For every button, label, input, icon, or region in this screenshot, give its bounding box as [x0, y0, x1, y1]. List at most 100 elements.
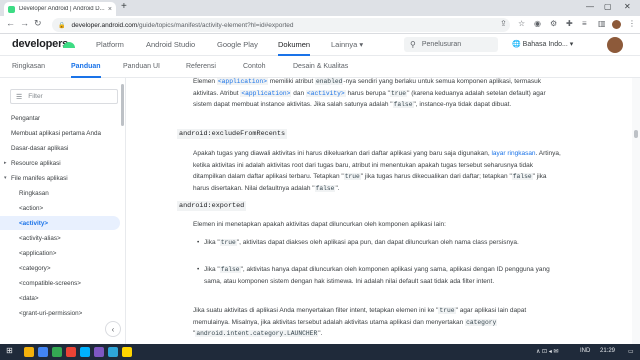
paragraph-exported-intro: Elemen ini menetapkan apakah aktivitas d… — [193, 221, 446, 228]
sidebar: ☰ Filter Pengantar Membuat aplikasi perta… — [0, 78, 126, 344]
back-icon[interactable]: ← — [6, 18, 15, 28]
attribute-heading-exclude-from-recents: android:excludeFromRecents — [177, 129, 288, 139]
maximize-button[interactable]: ▢ — [604, 2, 612, 11]
bookmark-star-icon[interactable]: ☆ — [518, 19, 525, 28]
sidebar-item-label: <activity-alias> — [19, 234, 61, 242]
collapse-sidebar-button[interactable]: ‹ — [105, 321, 121, 337]
chevron-down-icon[interactable]: ▾ — [4, 175, 7, 181]
language-indicator[interactable]: IND — [580, 348, 590, 354]
sidebar-item[interactable]: Ringkasan — [0, 186, 120, 200]
sidebar-item[interactable]: <compatible-screens> — [0, 276, 120, 290]
code-launcher: android.intent.category.LAUNCHER — [195, 330, 319, 337]
tab-desain-kualitas[interactable]: Desain & Kualitas — [293, 63, 348, 70]
avatar[interactable] — [607, 37, 623, 53]
nav-android-studio[interactable]: Android Studio — [146, 40, 195, 49]
code-false: false — [314, 184, 336, 192]
sidebar-item-label: <activity> — [19, 219, 49, 227]
system-tray[interactable]: ∧ ⊡ ◂ ✉ — [536, 348, 558, 355]
notification-icon[interactable]: ▭ — [628, 348, 634, 355]
profile-icon[interactable] — [612, 20, 621, 29]
text: ". — [335, 184, 340, 192]
text: harus berupa " — [345, 89, 390, 97]
sidebar-item[interactable]: ▾ File manifes aplikasi — [0, 171, 120, 185]
taskbar-app-icon[interactable] — [80, 347, 90, 357]
filter-input[interactable]: ☰ Filter — [10, 89, 118, 104]
code-application[interactable]: <application> — [240, 89, 292, 97]
sidebar-item[interactable]: Membuat aplikasi pertama Anda — [0, 126, 120, 140]
code-false: false — [511, 173, 533, 180]
url-host: developer.android.com — [71, 21, 138, 29]
link-layar-ringkasan[interactable]: layar ringkasan — [491, 150, 535, 157]
taskbar-app-icon[interactable] — [108, 347, 118, 357]
browser-tab-strip: Developer Android | Android D... × + — ▢… — [0, 0, 640, 16]
sidepanel-icon[interactable]: ▥ — [598, 19, 606, 28]
taskbar-app-icon[interactable] — [24, 347, 34, 357]
page-scrollbar-thumb[interactable] — [634, 130, 638, 138]
taskbar-app-icon[interactable] — [52, 347, 62, 357]
sidebar-item[interactable]: ▸ Resource aplikasi — [0, 156, 120, 170]
tab-referensi[interactable]: Referensi — [186, 63, 216, 70]
nav-lainnya[interactable]: Lainnya ▾ — [331, 40, 363, 49]
close-window-button[interactable]: ✕ — [624, 2, 631, 11]
settings-extension-icon[interactable]: ⚙ — [550, 19, 557, 28]
taskbar-app-icon[interactable] — [38, 347, 48, 357]
sidebar-item[interactable]: <category> — [0, 261, 120, 275]
text: Elemen — [193, 78, 217, 85]
page-scrollbar[interactable] — [632, 78, 640, 344]
forward-icon[interactable]: → — [20, 18, 29, 28]
browser-tab[interactable]: Developer Android | Android D... × — [4, 2, 116, 16]
nav-dokumen[interactable]: Dokumen — [278, 40, 311, 56]
tab-contoh[interactable]: Contoh — [243, 63, 266, 70]
close-tab-icon[interactable]: × — [108, 6, 112, 13]
paragraph-intent-filter: Jika suatu aktivitas di aplikasi Anda me… — [193, 305, 561, 340]
nav-google-play[interactable]: Google Play — [217, 40, 258, 49]
windows-start-icon[interactable]: ⊞ — [6, 346, 13, 355]
chevron-right-icon[interactable]: ▸ — [4, 160, 7, 166]
extension-icon[interactable]: ◉ — [534, 19, 541, 28]
download-icon[interactable]: ≡ — [582, 19, 587, 28]
minimize-button[interactable]: — — [586, 2, 594, 11]
sidebar-item[interactable]: <application> — [0, 246, 120, 260]
taskbar-app-icon[interactable] — [94, 347, 104, 357]
search-placeholder: Penelusuran — [421, 41, 462, 48]
text: ", aktivitas hanya dapat diluncurkan ole… — [204, 266, 550, 285]
sidebar-scrollbar[interactable] — [121, 84, 124, 126]
taskbar-app-icon[interactable] — [122, 347, 132, 357]
sidebar-item-label: Pengantar — [11, 114, 41, 122]
nav-platform[interactable]: Platform — [96, 40, 124, 49]
language-selector[interactable]: 🌐 Bahasa Indo... ▾ — [512, 40, 573, 48]
puzzle-icon[interactable]: ✚ — [566, 19, 573, 28]
developers-logo[interactable]: developers — [12, 38, 68, 50]
code-activity[interactable]: <activity> — [305, 89, 346, 97]
new-tab-button[interactable]: + — [121, 1, 127, 12]
sidebar-item[interactable]: <grant-uri-permission> — [0, 306, 120, 320]
sidebar-item[interactable]: <data> — [0, 291, 120, 305]
tab-ringkasan[interactable]: Ringkasan — [12, 63, 45, 70]
share-icon[interactable]: ⇪ — [500, 19, 507, 28]
sidebar-item-label: <grant-uri-permission> — [19, 309, 83, 317]
text: " jika tugas harus dikecualikan dari daf… — [360, 173, 512, 180]
sidebar-item[interactable]: <action> — [0, 201, 120, 215]
tab-panduan[interactable]: Panduan — [71, 63, 101, 78]
tab-panduan-ui[interactable]: Panduan UI — [123, 63, 160, 70]
browser-tab-title: Developer Android | Android D... — [19, 6, 105, 12]
sidebar-item[interactable]: Dasar-dasar aplikasi — [0, 141, 120, 155]
taskbar-app-icon[interactable] — [66, 347, 76, 357]
sidebar-item[interactable]: <activity-alias> — [0, 231, 120, 245]
text: Jika suatu aktivitas di aplikasi Anda me… — [193, 307, 439, 314]
address-bar[interactable]: 🔒 developer.android.com/guide/topics/man… — [52, 18, 510, 32]
text: Jika " — [204, 266, 220, 273]
lock-icon: 🔒 — [58, 22, 66, 29]
android-favicon-icon — [8, 5, 15, 13]
sidebar-item[interactable]: Pengantar — [0, 111, 120, 125]
android-logo-icon — [63, 42, 75, 48]
sidebar-item[interactable]: <activity> — [0, 216, 120, 230]
clock[interactable]: 21:29 — [600, 348, 615, 354]
menu-dots-icon[interactable]: ⋮ — [628, 19, 636, 28]
reload-icon[interactable]: ↻ — [34, 18, 42, 29]
paragraph-exclude-from-recents: Apakah tugas yang diawali aktivitas ini … — [193, 148, 561, 194]
sidebar-item-label: <application> — [19, 249, 57, 257]
code-application[interactable]: <application> — [216, 78, 268, 85]
text: Apakah tugas yang diawali aktivitas ini … — [193, 150, 492, 157]
search-input[interactable]: ⚲ Penelusuran — [404, 37, 498, 52]
